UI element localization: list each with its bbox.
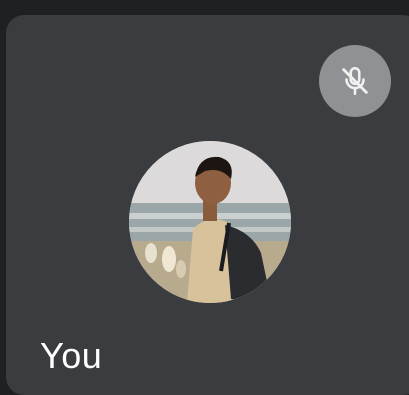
avatar — [129, 141, 291, 303]
mic-off-icon — [342, 66, 368, 96]
participant-name: You — [40, 335, 103, 376]
mic-muted-indicator — [319, 45, 391, 117]
avatar-photo — [129, 141, 291, 303]
